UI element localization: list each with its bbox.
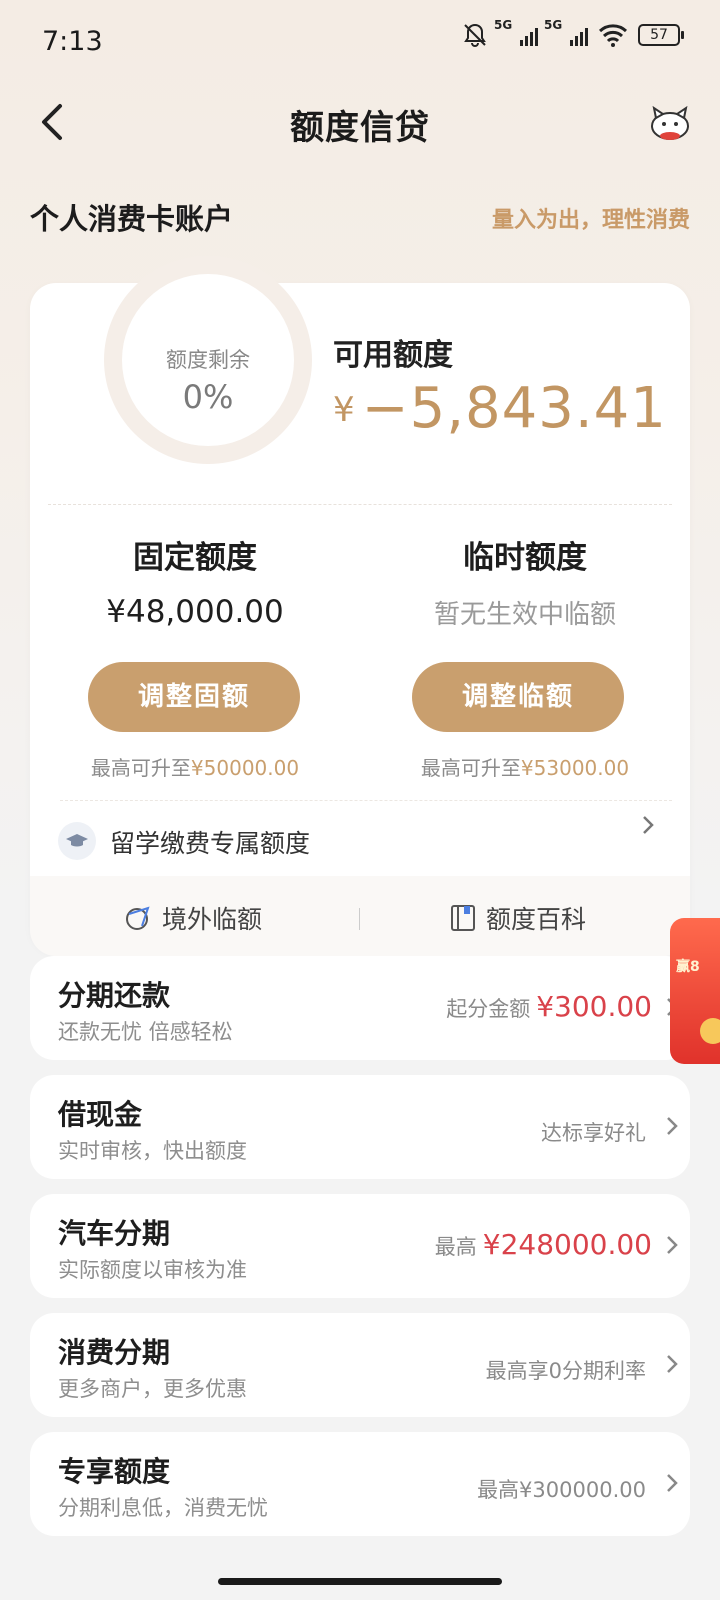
temp-max-text: 最高可升至¥53000.00 [360, 752, 690, 781]
quota-ring-value: 0% [182, 378, 234, 416]
card-divider [48, 504, 672, 505]
list-item-right-prefix: 达标享好礼 [541, 1121, 646, 1145]
list-item-right-prefix: 起分金额 [446, 997, 531, 1021]
list-item-right: 最高 ¥248000.00 [435, 1228, 652, 1261]
available-value: −5,843.41 [361, 376, 667, 441]
chevron-right-icon [667, 1117, 678, 1135]
list-item-right-prefix: 最高¥300000.00 [477, 1478, 646, 1502]
quota-wiki-link[interactable]: 额度百科 [450, 900, 586, 936]
study-divider [60, 800, 672, 801]
list-item-right: 最高享0分期利率 [486, 1352, 652, 1385]
coin-icon [700, 1018, 720, 1044]
list-item-subtitle: 实时审核，快出额度 [58, 1139, 247, 1163]
fixed-quota-amount: ¥48,000.00 [106, 594, 284, 630]
quota-ring-label: 额度剩余 [166, 348, 250, 372]
chevron-right-icon [667, 1474, 678, 1492]
available-amount: ¥ −5,843.41 [333, 376, 667, 441]
account-title: 个人消费卡账户 [30, 202, 234, 236]
footer-separator [359, 908, 360, 930]
graduation-cap-icon [58, 822, 96, 860]
quota-wiki-label: 额度百科 [486, 905, 587, 934]
list-item-title: 借现金 [58, 1098, 143, 1131]
list-item-right: 起分金额 ¥300.00 [446, 990, 652, 1023]
signal-1-icon: 5G [494, 18, 538, 46]
overseas-temp-link[interactable]: 境外临额 [124, 900, 262, 936]
temp-max-value: ¥53000.00 [520, 756, 630, 780]
signal-1-label: 5G [494, 18, 513, 32]
mute-bell-icon [464, 23, 486, 47]
list-item-right-prefix: 最高 [434, 1235, 477, 1259]
temp-max-prefix: 最高可升至 [420, 756, 521, 780]
fixed-max-prefix: 最高可升至 [90, 756, 191, 780]
page-title: 额度信贷 [290, 108, 430, 148]
list-item-title: 汽车分期 [58, 1217, 171, 1250]
mascot-icon [651, 105, 689, 140]
fixed-max-text: 最高可升至¥50000.00 [30, 752, 360, 781]
status-icons: 5G 5G 57 [462, 18, 684, 48]
chevron-right-icon [667, 1355, 678, 1373]
list-item-subtitle: 还款无忧 倍感轻松 [58, 1020, 233, 1044]
available-label: 可用额度 [333, 338, 453, 373]
list-item-subtitle: 分期利息低，消费无忧 [58, 1496, 268, 1520]
temp-quota-title: 临时额度 [463, 540, 587, 576]
list-item-title: 消费分期 [58, 1336, 171, 1369]
list-item-subtitle: 实际额度以审核为准 [58, 1258, 247, 1282]
book-icon [451, 905, 475, 931]
adjust-temp-button[interactable]: 调整临额 [412, 662, 624, 732]
list-item-title: 专享额度 [58, 1455, 171, 1488]
globe-plane-icon [126, 906, 150, 930]
floating-promo-badge[interactable]: 赢8 [670, 918, 720, 1064]
wifi-icon [598, 24, 628, 47]
home-indicator[interactable] [218, 1578, 502, 1585]
status-time: 7:13 [42, 26, 103, 57]
floating-promo-text: 赢8 [676, 959, 700, 975]
available-currency: ¥ [333, 390, 356, 430]
study-quota-label: 留学缴费专属额度 [110, 829, 311, 858]
list-item-title: 分期还款 [58, 979, 171, 1012]
list-item-right: 最高¥300000.00 [477, 1471, 652, 1504]
temp-quota-status: 暂无生效中临额 [433, 600, 616, 630]
adjust-fixed-button[interactable]: 调整固额 [88, 662, 300, 732]
signal-2-icon: 5G [544, 18, 588, 46]
chevron-right-icon [643, 816, 654, 834]
list-item-right-value: ¥248000.00 [482, 1228, 652, 1261]
overseas-temp-label: 境外临额 [162, 905, 263, 934]
mascot-button[interactable] [646, 100, 694, 144]
list-item-right-value: ¥300.00 [536, 990, 652, 1023]
fixed-quota-title: 固定额度 [133, 540, 257, 576]
signal-2-label: 5G [544, 18, 563, 32]
chevron-right-icon [667, 1236, 678, 1254]
fixed-max-value: ¥50000.00 [190, 756, 300, 780]
list-item-right: 达标享好礼 [541, 1114, 652, 1147]
battery-indicator: 57 [638, 24, 684, 46]
list-item-subtitle: 更多商户，更多优惠 [58, 1377, 247, 1401]
account-slogan: 量入为出，理性消费 [491, 208, 690, 233]
list-item-right-prefix: 最高享0分期利率 [485, 1359, 646, 1383]
